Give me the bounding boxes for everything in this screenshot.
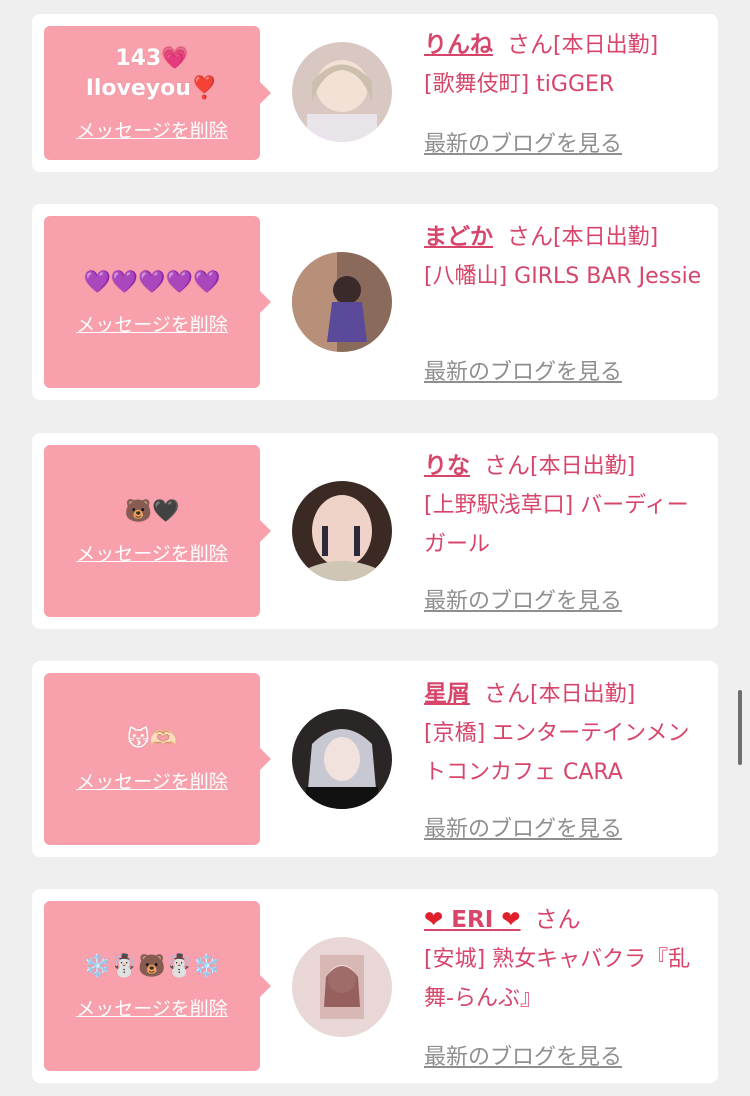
honorific: さん: [484, 453, 530, 479]
honorific: さん: [507, 224, 553, 250]
shop-name: [歌舞伎町] tiGGER: [424, 72, 615, 97]
delete-message-link[interactable]: メッセージを削除: [76, 116, 228, 143]
status-badge: [本日出勤]: [553, 33, 659, 58]
cast-name: ERI: [451, 907, 494, 933]
favorite-cast-list: 143💗 Iloveyou❣️ メッセージを削除 りんね さん[本日出勤] [歌舞…: [0, 0, 750, 1096]
message-text: 💜💜💜💜💜: [83, 269, 221, 295]
cast-info: まどか さん[本日出勤] [八幡山] GIRLS BAR Jessie: [424, 218, 710, 296]
cast-name-link[interactable]: 星屑: [424, 681, 470, 707]
latest-blog-link[interactable]: 最新のブログを見る: [424, 583, 622, 615]
honorific: さん: [507, 32, 553, 58]
cast-name-link[interactable]: りんね: [424, 32, 493, 58]
delete-message-link[interactable]: メッセージを削除: [76, 539, 228, 566]
cast-card: ❄️☃️🐻☃️❄️ メッセージを削除 ❤ ERI ❤ さん [安城] 熟女キャバク…: [32, 889, 718, 1083]
heart-icon: ❤: [424, 907, 444, 933]
cast-name-link[interactable]: りな: [424, 453, 470, 479]
avatar[interactable]: [292, 252, 392, 352]
shop-name: [八幡山] GIRLS BAR Jessie: [424, 264, 702, 289]
latest-blog-link[interactable]: 最新のブログを見る: [424, 354, 622, 386]
delete-message-link[interactable]: メッセージを削除: [76, 767, 228, 794]
cast-info: りんね さん[本日出勤] [歌舞伎町] tiGGER: [424, 26, 710, 104]
avatar[interactable]: [292, 481, 392, 581]
cast-name-link[interactable]: ❤ ERI ❤: [424, 907, 521, 933]
cast-card: 🐻🖤 メッセージを削除 りな さん[本日出勤] [上野駅浅草口] バーディーガール…: [32, 433, 718, 629]
cast-name-link[interactable]: まどか: [424, 224, 493, 250]
message-bubble: ❄️☃️🐻☃️❄️ メッセージを削除: [44, 901, 271, 1071]
latest-blog-link[interactable]: 最新のブログを見る: [424, 811, 622, 843]
cast-info: ❤ ERI ❤ さん [安城] 熟女キャバクラ『乱舞-らんぶ』: [424, 901, 710, 1018]
status-badge: [本日出勤]: [530, 682, 636, 707]
cast-card: 💜💜💜💜💜 メッセージを削除 まどか さん[本日出勤] [八幡山] GIRLS B…: [32, 204, 718, 400]
latest-blog-link[interactable]: 最新のブログを見る: [424, 1039, 622, 1071]
status-badge: [本日出勤]: [530, 454, 636, 479]
delete-message-link[interactable]: メッセージを削除: [76, 994, 228, 1021]
message-text: 143💗 Iloveyou❣️: [85, 45, 219, 101]
message-text: ❄️☃️🐻☃️❄️: [83, 953, 221, 979]
delete-message-link[interactable]: メッセージを削除: [76, 310, 228, 337]
avatar[interactable]: [292, 937, 392, 1037]
message-bubble: 😽🫶🏻 メッセージを削除: [44, 673, 271, 845]
cast-info: りな さん[本日出勤] [上野駅浅草口] バーディーガール: [424, 447, 710, 564]
scrollbar-thumb[interactable]: [738, 690, 742, 765]
avatar[interactable]: [292, 42, 392, 142]
honorific: さん: [534, 907, 581, 933]
status-badge: [本日出勤]: [553, 225, 659, 250]
message-bubble: 💜💜💜💜💜 メッセージを削除: [44, 216, 271, 388]
message-text: 🐻🖤: [124, 498, 180, 524]
cast-info: 星屑 さん[本日出勤] [京橋] エンターテインメントコンカフェ CARA: [424, 675, 710, 792]
message-bubble: 🐻🖤 メッセージを削除: [44, 445, 271, 617]
message-bubble: 143💗 Iloveyou❣️ メッセージを削除: [44, 26, 271, 160]
heart-icon: ❤: [501, 907, 521, 933]
avatar[interactable]: [292, 709, 392, 809]
shop-name: [京橋] エンターテインメントコンカフェ CARA: [424, 721, 690, 785]
honorific: さん: [484, 681, 530, 707]
message-text: 😽🫶🏻: [126, 726, 178, 752]
cast-card: 143💗 Iloveyou❣️ メッセージを削除 りんね さん[本日出勤] [歌舞…: [32, 14, 718, 172]
latest-blog-link[interactable]: 最新のブログを見る: [424, 126, 622, 158]
shop-name: [安城] 熟女キャバクラ『乱舞-らんぶ』: [424, 947, 691, 1011]
shop-name: [上野駅浅草口] バーディーガール: [424, 493, 689, 557]
cast-card: 😽🫶🏻 メッセージを削除 星屑 さん[本日出勤] [京橋] エンターテインメントコ…: [32, 661, 718, 857]
